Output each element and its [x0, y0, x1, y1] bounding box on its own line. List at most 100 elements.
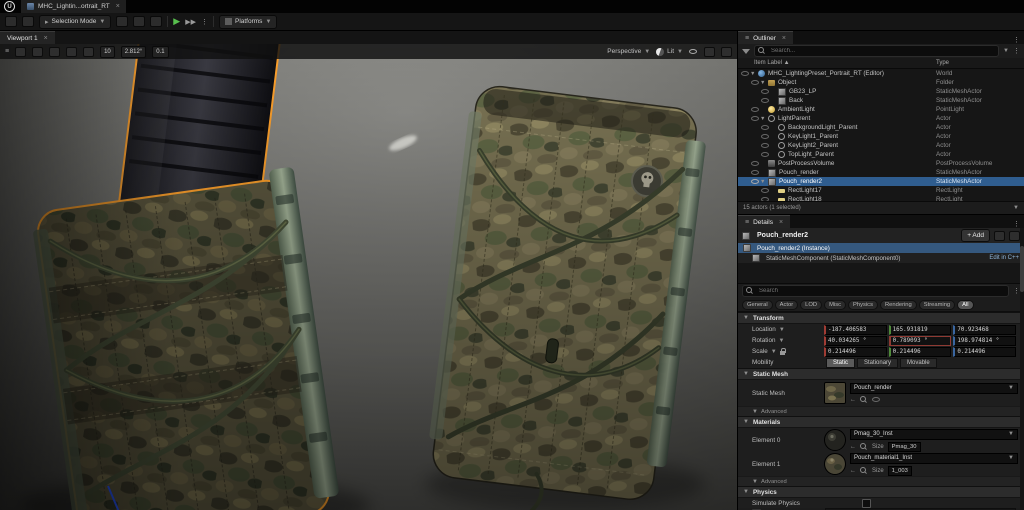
chevron-down-icon[interactable]: ▼	[778, 338, 784, 344]
rotation-snap-value[interactable]: 2.812°	[120, 45, 147, 58]
filter-chip[interactable]: Misc	[824, 299, 846, 310]
visibility-eye-icon[interactable]	[761, 142, 770, 149]
material0-asset-dropdown[interactable]: Pmag_30_Inst ▼	[850, 428, 1018, 440]
mobility-movable-button[interactable]: Movable	[900, 357, 937, 368]
use-selected-asset-icon[interactable]: ←	[850, 444, 856, 450]
scale-y-field[interactable]: 0.214496	[888, 346, 952, 357]
rotation-z-field[interactable]: 198.974814 °	[953, 335, 1017, 346]
unreal-logo-icon[interactable]: U	[4, 1, 15, 12]
simulate-physics-checkbox[interactable]	[862, 498, 871, 508]
details-kebab-icon[interactable]: ⋮	[1013, 220, 1020, 228]
play-modes-kebab-icon[interactable]: ⋮	[201, 18, 208, 26]
filter-chip[interactable]: Rendering	[879, 299, 917, 310]
location-x-field[interactable]: -187.406583	[824, 324, 887, 335]
outliner-row-world[interactable]: ▼ MHC_LightingPreset_Portrait_RT (Editor)…	[738, 69, 1024, 78]
select-tool-icon[interactable]	[15, 46, 27, 57]
visibility-eye-icon[interactable]	[761, 97, 770, 104]
rotation-x-field[interactable]: 40.034265 °	[824, 335, 887, 346]
content-browser-icon[interactable]	[116, 16, 129, 27]
scrollbar-thumb[interactable]	[1020, 246, 1024, 292]
scale-lock-icon[interactable]	[779, 348, 786, 355]
visibility-eye-icon[interactable]	[761, 88, 770, 95]
details-search-input[interactable]	[757, 287, 1005, 295]
close-outliner-icon[interactable]: ×	[782, 35, 786, 42]
perspective-dropdown[interactable]: Perspective ▼	[607, 48, 650, 55]
outliner-row-actor[interactable]: BackgroundLight_Parent Actor	[738, 123, 1024, 132]
expand-chevron-icon[interactable]: ▼	[750, 71, 758, 77]
expand-chevron-icon[interactable]: ▼	[760, 116, 768, 122]
close-viewport-tab-icon[interactable]: ×	[44, 35, 48, 42]
mobility-static-button[interactable]: Static	[826, 357, 856, 368]
outliner-options-kebab-icon[interactable]: ⋮	[1013, 47, 1020, 55]
rotation-y-field[interactable]: 0.789093 °	[888, 335, 952, 346]
editor-modes-icon[interactable]	[5, 16, 17, 27]
platforms-dropdown[interactable]: Platforms ▼	[218, 14, 278, 29]
visibility-eye-icon[interactable]	[751, 115, 760, 122]
section-header-static-mesh[interactable]: ▼ Static Mesh	[738, 368, 1024, 380]
filter-chip[interactable]: LOD	[800, 299, 823, 310]
outliner-row-actor[interactable]: GB23_LP StaticMeshActor	[738, 87, 1024, 96]
rotate-tool-icon[interactable]	[49, 46, 61, 57]
scale-snap-value[interactable]: 0.1	[152, 45, 169, 58]
browse-to-asset-icon[interactable]	[860, 442, 868, 451]
filter-chip[interactable]: Actor	[774, 299, 799, 310]
visibility-eye-icon[interactable]	[761, 196, 770, 201]
outliner-row-actor[interactable]: AmbientLight PointLight	[738, 105, 1024, 114]
close-details-icon[interactable]: ×	[779, 219, 783, 226]
outliner-column-headers[interactable]: Item Label ▲ Type	[738, 58, 1024, 69]
viewport-menu-icon[interactable]: ≡	[5, 48, 9, 55]
outliner-row-actor[interactable]: Back StaticMeshActor	[738, 96, 1024, 105]
type-column-header[interactable]: Type	[936, 60, 949, 66]
visibility-eye-icon[interactable]	[761, 151, 770, 158]
static-mesh-thumbnail[interactable]	[824, 382, 846, 404]
material0-size-value[interactable]: Pmag_30	[887, 441, 921, 452]
use-selected-asset-icon[interactable]: ←	[850, 397, 856, 403]
outliner-row-actor[interactable]: ▼ LightParent Actor	[738, 114, 1024, 123]
edit-in-cpp-link[interactable]: Edit in C++	[989, 255, 1019, 261]
move-tool-icon[interactable]	[32, 46, 44, 57]
outliner-row-actor[interactable]: KeyLight1_Parent Actor	[738, 132, 1024, 141]
visibility-eye-icon[interactable]	[751, 160, 760, 167]
show-flags-eye-icon[interactable]	[689, 48, 698, 55]
add-component-button[interactable]: + Add	[961, 229, 990, 242]
blueprint-convert-icon[interactable]	[994, 230, 1005, 241]
frame-skip-icon[interactable]: ▶▶	[185, 18, 196, 26]
outliner-settings-chevron-icon[interactable]: ▼	[1003, 48, 1009, 54]
chevron-down-icon[interactable]: ▼	[771, 349, 777, 355]
browse-to-asset-icon[interactable]	[860, 466, 868, 475]
filter-chip[interactable]: Physics	[848, 299, 878, 310]
item-label-column-header[interactable]: Item Label ▲	[754, 60, 790, 66]
visibility-eye-icon[interactable]	[761, 187, 770, 194]
section-header-materials[interactable]: ▼ Materials	[738, 416, 1024, 428]
expand-chevron-icon[interactable]: ▼	[760, 80, 768, 86]
browse-to-asset-icon[interactable]	[860, 395, 868, 404]
details-search-box[interactable]	[742, 285, 1009, 297]
close-tab-icon[interactable]: ×	[116, 3, 120, 10]
view-mode-dropdown[interactable]: Lit ▼	[656, 47, 683, 56]
visibility-eye-icon[interactable]	[751, 79, 760, 86]
filter-chip[interactable]: Streaming	[918, 299, 956, 310]
filter-chip-all-selected[interactable]: All	[957, 299, 974, 310]
location-y-field[interactable]: 165.931819	[888, 324, 952, 335]
outliner-row-actor[interactable]: PostProcessVolume PostProcessVolume	[738, 159, 1024, 168]
outliner-footer-settings-icon[interactable]: ▼	[1013, 205, 1019, 211]
component-row-staticmesh[interactable]: StaticMeshComponent (StaticMeshComponent…	[738, 253, 1024, 263]
filter-funnel-icon[interactable]	[742, 48, 750, 54]
visibility-eye-icon[interactable]	[761, 124, 770, 131]
outliner-row-actor[interactable]: Pouch_render StaticMeshActor	[738, 168, 1024, 177]
expand-chevron-icon[interactable]: ▼	[760, 179, 768, 185]
visibility-eye-icon[interactable]	[761, 133, 770, 140]
outliner-search-input[interactable]	[769, 47, 996, 55]
section-header-transform[interactable]: ▼ Transform	[738, 312, 1024, 324]
outliner-row-actor[interactable]: RectLight17 RectLight	[738, 186, 1024, 195]
details-filter-settings-icon[interactable]: ⋮	[1013, 287, 1020, 295]
viewport-tab[interactable]: Viewport 1 ×	[0, 31, 55, 44]
location-z-field[interactable]: 70.923468	[953, 324, 1017, 335]
material1-asset-dropdown[interactable]: Pouch_material1_Inst ▼	[850, 452, 1018, 464]
component-row-instance-selected[interactable]: Pouch_render2 (Instance)	[738, 243, 1024, 253]
asset-tab[interactable]: MHC_Lightin...ortrait_RT ×	[21, 0, 126, 13]
viewport-3d-scene[interactable]: ≡ 10 2.812° 0.1 Perspective ▼ Lit ▼	[0, 44, 737, 510]
maximize-viewport-icon[interactable]	[721, 46, 732, 57]
static-mesh-advanced-expander[interactable]: ▼ Advanced	[738, 406, 1024, 416]
static-mesh-asset-dropdown[interactable]: Pouch_render ▼	[850, 382, 1018, 394]
